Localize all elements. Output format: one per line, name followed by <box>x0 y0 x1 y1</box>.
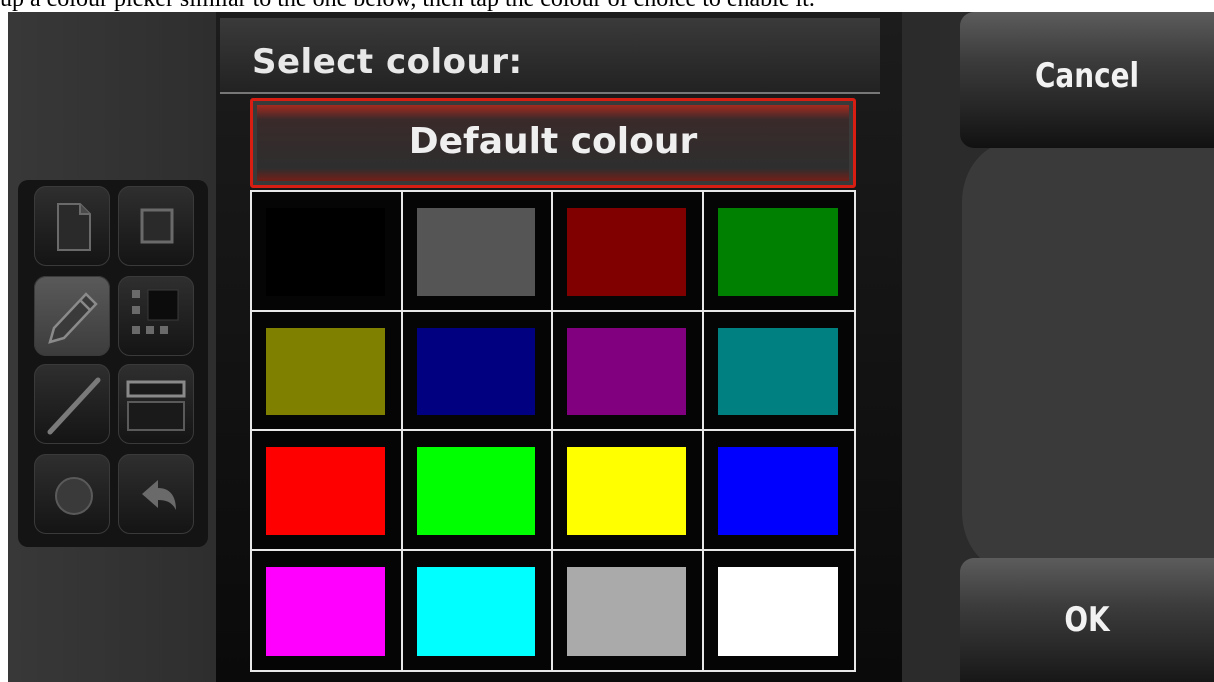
dialog-title-bar: Select colour: <box>220 18 880 94</box>
drawing-toolbar <box>18 180 208 547</box>
rectangle-icon <box>126 380 186 431</box>
default-colour-label: Default colour <box>408 121 698 162</box>
swatch-cell-maroon[interactable] <box>553 192 704 312</box>
swatch-silver <box>567 566 686 656</box>
swatch-yellow <box>567 447 686 535</box>
swatch-cell-blue[interactable] <box>703 431 854 551</box>
dialog-title: Select colour: <box>252 42 523 82</box>
swatch-cell-lime[interactable] <box>402 431 553 551</box>
swatch-blue <box>717 447 838 535</box>
right-button-panel: Cancel OK <box>902 12 1214 682</box>
pencil-tool-button[interactable] <box>34 276 110 356</box>
pencil-icon <box>48 292 98 344</box>
colour-swatch-grid <box>250 190 856 672</box>
swatch-cell-magenta[interactable] <box>252 550 403 670</box>
swatch-lime <box>416 447 535 535</box>
swatch-green <box>717 208 838 296</box>
square-tool-button[interactable] <box>118 186 194 266</box>
line-tool-button[interactable] <box>34 364 110 444</box>
grid-icon <box>132 289 179 334</box>
swatch-cell-white[interactable] <box>704 551 855 671</box>
line-icon <box>47 377 101 435</box>
new-page-icon <box>57 203 91 251</box>
undo-icon <box>142 480 176 510</box>
default-colour-button[interactable]: Default colour <box>250 98 856 188</box>
swatch-cell-green[interactable] <box>703 192 854 312</box>
grid-tool-button[interactable] <box>118 276 194 356</box>
swatch-cell-red[interactable] <box>252 431 403 551</box>
new-page-tool-button[interactable] <box>34 186 110 266</box>
swatch-navy <box>416 327 535 415</box>
circle-tool-button[interactable] <box>34 454 110 534</box>
sidebar-background <box>962 142 1214 572</box>
swatch-black <box>266 208 385 296</box>
instruction-caption: up a colour picker similar to the one be… <box>0 0 1214 12</box>
swatch-maroon <box>567 208 686 296</box>
rectangle-tool-button[interactable] <box>118 364 194 444</box>
swatch-cell-olive[interactable] <box>252 311 403 431</box>
cancel-button[interactable]: Cancel <box>960 12 1214 148</box>
swatch-dark-gray <box>416 208 535 296</box>
swatch-purple <box>567 327 686 415</box>
swatch-olive <box>266 327 385 415</box>
undo-tool-button[interactable] <box>118 454 194 534</box>
swatch-cell-dark-gray[interactable] <box>402 192 553 312</box>
swatch-cell-silver[interactable] <box>553 550 704 670</box>
swatch-teal <box>717 327 838 415</box>
colour-picker-dialog: Select colour: Default colour <box>216 12 902 682</box>
swatch-cell-cyan[interactable] <box>403 550 553 670</box>
swatch-cell-navy[interactable] <box>402 311 553 431</box>
circle-icon <box>55 477 93 515</box>
swatch-cell-teal[interactable] <box>703 312 854 431</box>
square-icon <box>140 208 174 244</box>
swatch-white <box>717 566 838 656</box>
ok-button[interactable]: OK <box>960 558 1214 682</box>
swatch-red <box>266 447 385 535</box>
swatch-cell-yellow[interactable] <box>553 431 704 551</box>
app-screen: Select colour: Default colour Cancel OK <box>8 12 1214 682</box>
swatch-cell-black[interactable] <box>252 192 403 312</box>
cancel-label: Cancel <box>1034 56 1140 96</box>
ok-label: OK <box>1064 600 1110 640</box>
swatch-magenta <box>266 566 385 656</box>
swatch-cell-purple[interactable] <box>553 311 704 431</box>
swatch-cyan <box>416 566 535 656</box>
